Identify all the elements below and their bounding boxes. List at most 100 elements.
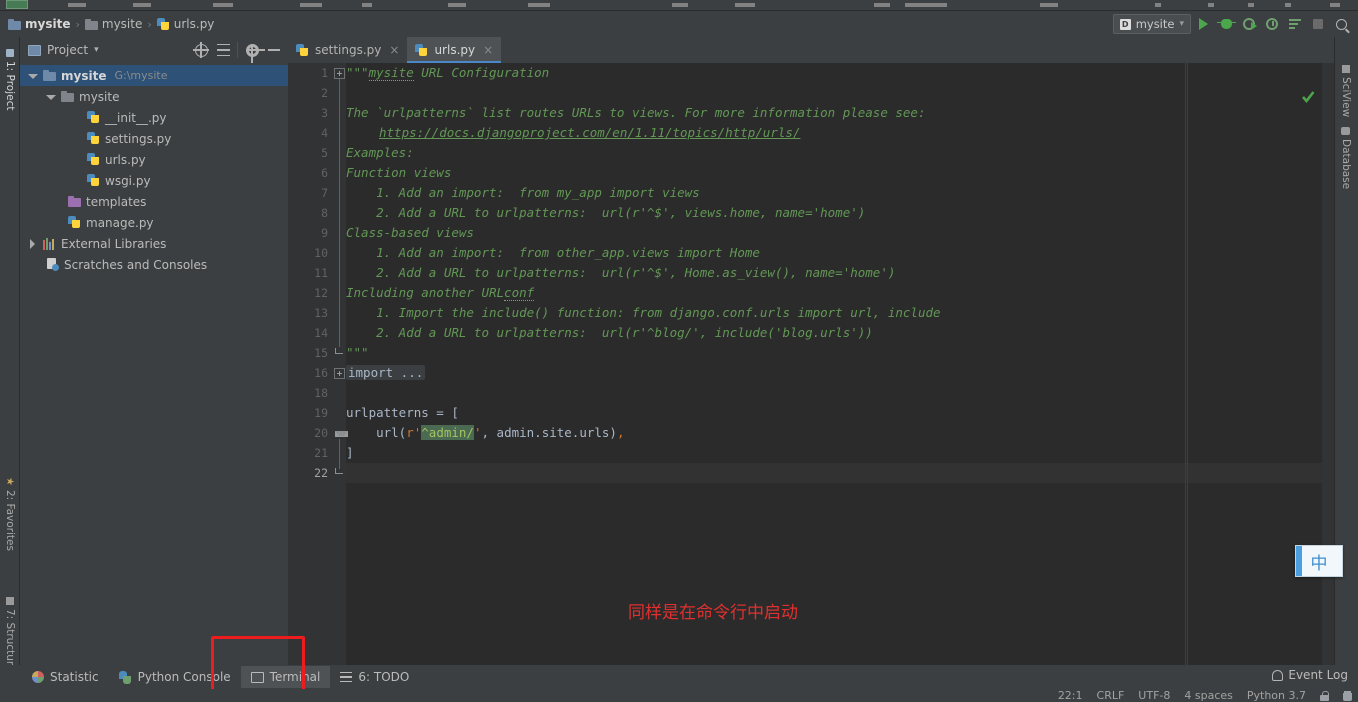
tab-settings-py[interactable]: settings.py × bbox=[288, 37, 407, 63]
stop-button[interactable] bbox=[1307, 13, 1329, 35]
chevron-down-icon[interactable] bbox=[46, 92, 56, 102]
project-tree[interactable]: mysite G:\mysite mysite __init__.py sett… bbox=[20, 63, 288, 275]
profile-button[interactable] bbox=[1261, 13, 1283, 35]
menu-extra5[interactable] bbox=[1248, 3, 1254, 7]
database-icon bbox=[1341, 127, 1351, 135]
menu-vcs[interactable] bbox=[672, 3, 688, 7]
collapse-all-button[interactable] bbox=[213, 40, 233, 60]
code-folding-column[interactable] bbox=[334, 63, 348, 665]
folded-imports[interactable]: import ... bbox=[346, 365, 426, 380]
bottom-tab-python-console[interactable]: Python Console bbox=[109, 666, 241, 688]
menu-file[interactable] bbox=[6, 0, 28, 9]
breadcrumb-item-module[interactable]: mysite bbox=[84, 17, 142, 31]
ime-indicator[interactable]: 中 bbox=[1295, 545, 1343, 577]
code-line-16[interactable]: import ... bbox=[346, 363, 426, 383]
project-settings-button[interactable] bbox=[242, 40, 265, 63]
menu-run[interactable] bbox=[448, 3, 466, 7]
run-button[interactable] bbox=[1192, 13, 1214, 35]
tab-urls-py[interactable]: urls.py × bbox=[407, 37, 502, 63]
fold-marker-docstring-end[interactable] bbox=[334, 348, 345, 359]
tree-node-scratches[interactable]: Scratches and Consoles bbox=[20, 254, 288, 275]
statistic-icon bbox=[32, 671, 44, 683]
menu-view[interactable] bbox=[133, 3, 151, 7]
menu-edit[interactable] bbox=[68, 3, 86, 7]
locate-file-button[interactable] bbox=[191, 40, 211, 60]
breadcrumb-item-file[interactable]: urls.py bbox=[156, 17, 214, 31]
code-content[interactable]: """mysite URL Configuration The `urlpatt… bbox=[346, 63, 1334, 665]
search-everywhere-button[interactable] bbox=[1330, 13, 1352, 35]
menu-navigate[interactable] bbox=[213, 3, 233, 7]
sidebar-item-project[interactable]: 1: Project bbox=[4, 49, 16, 110]
documentation-link[interactable]: https://docs.djangoproject.com/en/1.11/t… bbox=[379, 125, 800, 140]
run-coverage-button[interactable] bbox=[1238, 13, 1260, 35]
fold-marker-docstring[interactable] bbox=[334, 68, 345, 79]
sidebar-item-sciview[interactable]: SciView bbox=[1340, 65, 1352, 117]
tree-node-mysite-module[interactable]: mysite bbox=[20, 86, 288, 107]
event-log-button[interactable]: Event Log bbox=[1272, 668, 1348, 682]
chevron-right-icon[interactable] bbox=[28, 238, 38, 249]
bottom-tab-todo[interactable]: 6: TODO bbox=[330, 666, 419, 688]
collapse-all-icon bbox=[216, 43, 230, 57]
close-icon[interactable]: × bbox=[389, 43, 399, 57]
trash-icon[interactable] bbox=[1343, 690, 1352, 701]
breadcrumb-item-project[interactable]: mysite bbox=[8, 17, 70, 31]
line-number: 21 bbox=[314, 446, 328, 460]
project-panel-title[interactable]: Project ▾ bbox=[28, 43, 99, 57]
run-configuration-selector[interactable]: D mysite ▾ bbox=[1112, 14, 1191, 34]
indent-setting[interactable]: 4 spaces bbox=[1184, 689, 1233, 702]
menu-extra7[interactable] bbox=[1330, 3, 1340, 7]
line-number: 14 bbox=[314, 326, 328, 340]
lock-icon[interactable] bbox=[1320, 690, 1329, 701]
menu-extra6[interactable] bbox=[1285, 3, 1291, 7]
file-encoding[interactable]: UTF-8 bbox=[1138, 689, 1170, 702]
line-separator[interactable]: CRLF bbox=[1097, 689, 1125, 702]
menu-refactor[interactable] bbox=[362, 3, 372, 7]
menu-extra[interactable] bbox=[905, 3, 947, 7]
close-icon[interactable]: × bbox=[483, 43, 493, 57]
menu-extra4[interactable] bbox=[1208, 3, 1214, 7]
line-number: 20 bbox=[314, 426, 328, 440]
tree-node-urls-py[interactable]: urls.py bbox=[20, 149, 288, 170]
bottom-tab-terminal[interactable]: Terminal bbox=[240, 666, 331, 688]
tree-node-init-py[interactable]: __init__.py bbox=[20, 107, 288, 128]
line-number: 13 bbox=[314, 306, 328, 320]
hide-panel-button[interactable] bbox=[264, 40, 284, 60]
menu-tools[interactable] bbox=[528, 3, 550, 7]
module-folder-icon bbox=[84, 18, 98, 30]
caret-position[interactable]: 22:1 bbox=[1058, 689, 1083, 702]
sidebar-item-favorites[interactable]: ★ 2: Favorites bbox=[4, 477, 16, 551]
tree-node-templates[interactable]: templates bbox=[20, 191, 288, 212]
sidebar-item-structure[interactable]: 7: Structure bbox=[4, 597, 16, 671]
menu-bar[interactable] bbox=[0, 0, 1358, 11]
sidebar-item-database[interactable]: Database bbox=[1340, 127, 1352, 189]
tree-node-settings-py[interactable]: settings.py bbox=[20, 128, 288, 149]
bottom-tab-statistic[interactable]: Statistic bbox=[22, 666, 109, 688]
menu-help[interactable] bbox=[874, 3, 890, 7]
tab-label: urls.py bbox=[434, 43, 476, 57]
tree-node-wsgi-py[interactable]: wsgi.py bbox=[20, 170, 288, 191]
editor-gutter[interactable]: 1 2 3 4 5 6 7 8 9 10 11 12 13 14 15 16 1… bbox=[288, 63, 334, 665]
tree-node-manage-py[interactable]: manage.py bbox=[20, 212, 288, 233]
fold-marker-imports[interactable] bbox=[334, 368, 345, 379]
code-line-1: """mysite URL Configuration bbox=[346, 65, 550, 81]
toolbar-divider bbox=[237, 42, 238, 58]
fold-marker-urlpatterns[interactable] bbox=[334, 428, 348, 439]
tree-node-external-libraries[interactable]: External Libraries bbox=[20, 233, 288, 254]
debug-button[interactable] bbox=[1215, 13, 1237, 35]
code-line-4[interactable]: https://docs.djangoproject.com/en/1.11/t… bbox=[346, 123, 800, 143]
menu-extra3[interactable] bbox=[1155, 3, 1161, 7]
fold-region-line-2 bbox=[339, 439, 340, 469]
run-with-console-button[interactable] bbox=[1284, 13, 1306, 35]
inspection-ok-icon[interactable] bbox=[1301, 90, 1315, 104]
menu-window[interactable] bbox=[735, 3, 755, 7]
breadcrumb-separator: › bbox=[147, 17, 152, 31]
fold-marker-urlpatterns-end[interactable] bbox=[334, 468, 345, 479]
menu-code[interactable] bbox=[300, 3, 322, 7]
python-interpreter[interactable]: Python 3.7 bbox=[1247, 689, 1306, 702]
bell-icon bbox=[1272, 669, 1284, 681]
code-editor[interactable]: 1 2 3 4 5 6 7 8 9 10 11 12 13 14 15 16 1… bbox=[288, 63, 1334, 665]
menu-extra2[interactable] bbox=[1040, 3, 1058, 7]
tree-node-mysite-root[interactable]: mysite G:\mysite bbox=[20, 65, 288, 86]
chevron-down-icon[interactable] bbox=[28, 71, 38, 81]
pycharm-window: mysite › mysite › urls.py D mysite ▾ 1: bbox=[0, 0, 1358, 702]
